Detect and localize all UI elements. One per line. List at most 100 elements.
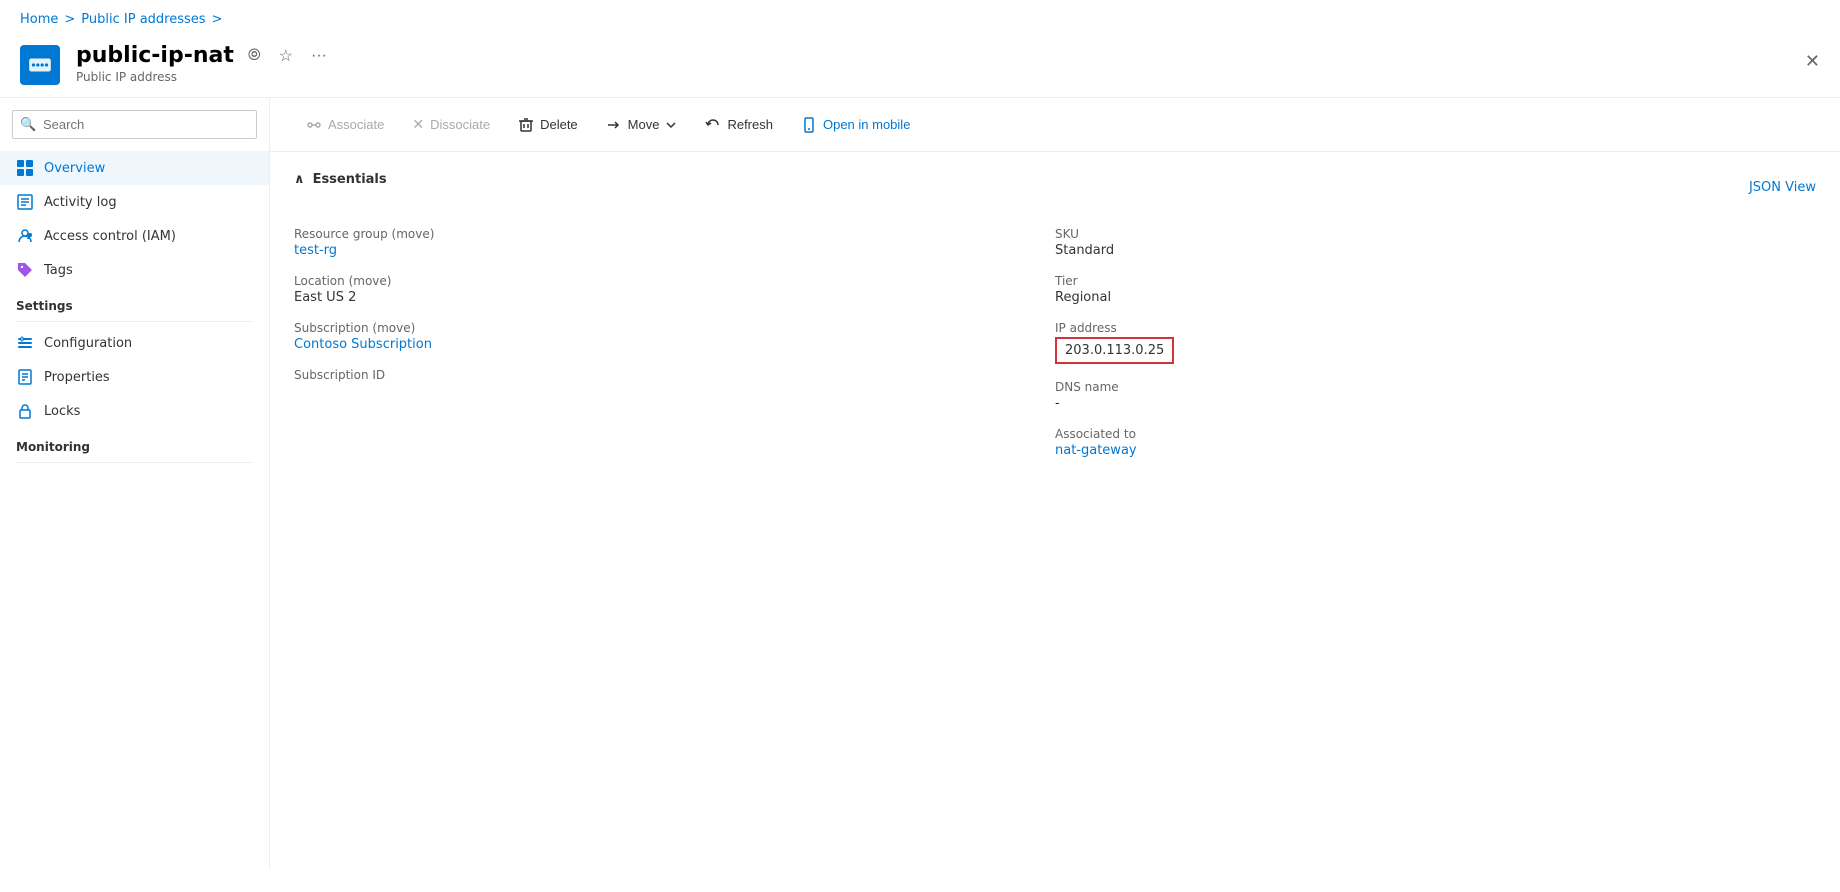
settings-section-title: Settings: [0, 287, 269, 317]
locks-icon: [16, 402, 34, 420]
dissociate-button[interactable]: ✕ Dissociate: [400, 110, 502, 139]
activity-log-icon: [16, 193, 34, 211]
content-area: ∧ Essentials JSON View Resource group (m…: [270, 152, 1840, 486]
sidebar-tags-label: Tags: [44, 263, 73, 278]
location-label: Location (move): [294, 274, 1055, 288]
breadcrumb-sep1: >: [64, 12, 75, 27]
page-header: public-ip-nat ⦾ ☆ ··· Public IP address …: [0, 35, 1840, 98]
open-mobile-label: Open in mobile: [823, 117, 910, 132]
pin-button[interactable]: ⦾: [244, 45, 265, 67]
sidebar-config-label: Configuration: [44, 336, 132, 351]
sku-field: SKU Standard: [1055, 219, 1816, 266]
dns-name-field: DNS name -: [1055, 372, 1816, 419]
configuration-icon: [16, 334, 34, 352]
associate-button[interactable]: Associate: [294, 111, 396, 139]
subscription-value: Contoso Subscription: [294, 337, 1055, 352]
sku-label: SKU: [1055, 227, 1816, 241]
sidebar-overview-label: Overview: [44, 161, 105, 176]
essentials-label: Essentials: [313, 172, 387, 187]
monitoring-section-title: Monitoring: [0, 428, 269, 458]
refresh-label: Refresh: [727, 117, 773, 132]
page-title-text: public-ip-nat: [76, 43, 234, 68]
ip-address-value: 203.0.113.0.25: [1055, 337, 1816, 364]
page-subtitle: Public IP address: [76, 70, 331, 84]
search-container: 🔍: [12, 110, 257, 139]
ip-address-field: IP address 203.0.113.0.25: [1055, 313, 1816, 372]
overview-icon: [16, 159, 34, 177]
associated-to-value: nat-gateway: [1055, 443, 1816, 458]
properties-icon: [16, 368, 34, 386]
breadcrumb: Home > Public IP addresses >: [0, 0, 1840, 35]
essentials-chevron: ∧: [294, 172, 305, 187]
sidebar-item-activity-log[interactable]: Activity log: [0, 185, 269, 219]
associate-label: Associate: [328, 117, 384, 132]
page-title-area: public-ip-nat ⦾ ☆ ··· Public IP address: [76, 43, 331, 84]
ip-address-highlighted: 203.0.113.0.25: [1055, 337, 1174, 364]
sidebar-item-overview[interactable]: Overview: [0, 151, 269, 185]
tier-label: Tier: [1055, 274, 1816, 288]
essentials-left-col: Resource group (move) test-rg Location (…: [294, 219, 1055, 466]
sidebar-item-locks[interactable]: Locks: [0, 394, 269, 428]
subscription-link[interactable]: Contoso Subscription: [294, 337, 432, 352]
associated-to-label: Associated to: [1055, 427, 1816, 441]
delete-button[interactable]: Delete: [506, 111, 590, 139]
associated-to-field: Associated to nat-gateway: [1055, 419, 1816, 466]
resource-icon: [20, 45, 60, 85]
search-input[interactable]: [12, 110, 257, 139]
favorite-button[interactable]: ☆: [275, 44, 297, 68]
subscription-label: Subscription (move): [294, 321, 1055, 335]
search-icon: 🔍: [20, 117, 36, 132]
main-content: Associate ✕ Dissociate Delete Move Refre…: [270, 98, 1840, 870]
breadcrumb-home[interactable]: Home: [20, 12, 58, 27]
tier-value: Regional: [1055, 290, 1816, 305]
location-field: Location (move) East US 2: [294, 266, 1055, 313]
location-move-link[interactable]: move: [353, 274, 387, 288]
essentials-right-col: SKU Standard Tier Regional IP address 20…: [1055, 219, 1816, 466]
settings-divider: [16, 321, 253, 322]
subscription-move-link[interactable]: move: [377, 321, 411, 335]
associated-to-link[interactable]: nat-gateway: [1055, 443, 1137, 458]
layout: 🔍 Overview Activity log Access control (…: [0, 98, 1840, 870]
tags-icon: [16, 261, 34, 279]
subscription-id-label: Subscription ID: [294, 368, 1055, 382]
dns-name-label: DNS name: [1055, 380, 1816, 394]
move-button[interactable]: Move: [594, 111, 690, 139]
essentials-grid: Resource group (move) test-rg Location (…: [294, 219, 1816, 466]
resource-group-label: Resource group (move): [294, 227, 1055, 241]
sku-value: Standard: [1055, 243, 1816, 258]
more-button[interactable]: ···: [307, 45, 331, 67]
resource-group-move-link[interactable]: move: [396, 227, 430, 241]
sidebar-iam-label: Access control (IAM): [44, 229, 176, 244]
close-button[interactable]: ✕: [1805, 51, 1820, 72]
refresh-button[interactable]: Refresh: [693, 111, 785, 139]
iam-icon: [16, 227, 34, 245]
sidebar-item-properties[interactable]: Properties: [0, 360, 269, 394]
breadcrumb-publicip[interactable]: Public IP addresses: [81, 12, 205, 27]
sidebar-activity-label: Activity log: [44, 195, 117, 210]
essentials-header[interactable]: ∧ Essentials: [294, 172, 387, 187]
dns-name-value: -: [1055, 396, 1816, 411]
breadcrumb-sep2: >: [212, 12, 223, 27]
ip-address-label: IP address: [1055, 321, 1816, 335]
json-view-link[interactable]: JSON View: [1749, 180, 1816, 195]
toolbar: Associate ✕ Dissociate Delete Move Refre…: [270, 98, 1840, 152]
sidebar-item-tags[interactable]: Tags: [0, 253, 269, 287]
location-value: East US 2: [294, 290, 1055, 305]
subscription-field: Subscription (move) Contoso Subscription: [294, 313, 1055, 360]
move-label: Move: [628, 117, 660, 132]
tier-field: Tier Regional: [1055, 266, 1816, 313]
sidebar-locks-label: Locks: [44, 404, 80, 419]
sidebar-item-iam[interactable]: Access control (IAM): [0, 219, 269, 253]
sidebar: 🔍 Overview Activity log Access control (…: [0, 98, 270, 870]
resource-group-link[interactable]: test-rg: [294, 243, 337, 258]
sidebar-item-configuration[interactable]: Configuration: [0, 326, 269, 360]
page-title-row: public-ip-nat ⦾ ☆ ···: [76, 43, 331, 68]
dissociate-icon: ✕: [412, 116, 424, 133]
dissociate-label: Dissociate: [430, 117, 490, 132]
monitoring-divider: [16, 462, 253, 463]
open-mobile-button[interactable]: Open in mobile: [789, 111, 922, 139]
resource-group-field: Resource group (move) test-rg: [294, 219, 1055, 266]
resource-group-value: test-rg: [294, 243, 1055, 258]
sidebar-props-label: Properties: [44, 370, 110, 385]
subscription-id-field: Subscription ID: [294, 360, 1055, 392]
